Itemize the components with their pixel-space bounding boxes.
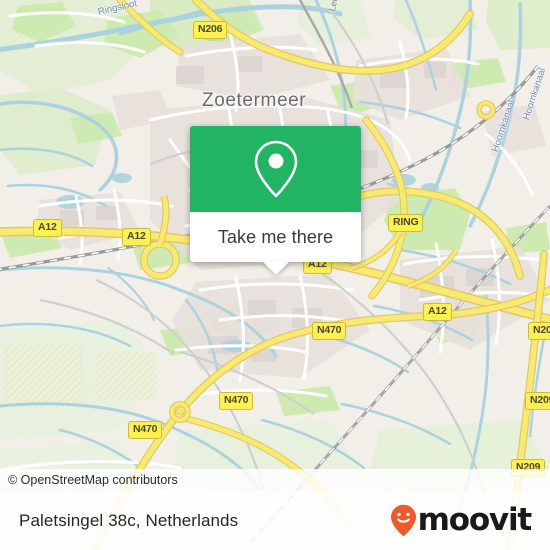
footer-bar: Paletsingel 38c, Netherlands moovit	[0, 491, 550, 550]
popup-marker-area	[190, 126, 361, 212]
take-me-there-button[interactable]: Take me there	[190, 212, 361, 275]
road-shield: N470	[312, 322, 347, 340]
map-screen: Zoetermeer Ringsloot Hoornkanaal Hoornkana…	[0, 0, 550, 550]
road-shield: N209	[525, 392, 550, 410]
road-shield: N206	[193, 21, 228, 39]
map-pin-icon	[254, 140, 297, 198]
moovit-wordmark: moovit	[417, 502, 533, 538]
road-shield: A12	[122, 228, 151, 246]
map-place-label: Zoetermeer	[202, 90, 307, 111]
road-shield: A12	[33, 219, 62, 237]
map-canvas[interactable]: Zoetermeer Ringsloot Hoornkanaal Hoornkana…	[0, 0, 550, 550]
attribution-text[interactable]: © OpenStreetMap contributors	[0, 473, 178, 487]
road-shield: N470	[219, 392, 254, 410]
road-shield: N470	[128, 421, 163, 439]
road-shield: RING	[388, 214, 424, 232]
location-popup-card[interactable]: Take me there	[190, 126, 361, 275]
location-pin-smiley-icon	[390, 504, 416, 537]
road-shield: A12	[423, 303, 452, 321]
moovit-logo[interactable]: moovit	[390, 502, 533, 538]
road-shield: N209	[528, 322, 550, 340]
map-tiles	[0, 0, 550, 550]
map-attribution-bar: © OpenStreetMap contributors	[0, 469, 550, 491]
take-me-there-label: Take me there	[217, 226, 334, 247]
popup-pointer	[261, 261, 290, 275]
address-text: Paletsingel 38c, Netherlands	[19, 510, 239, 530]
